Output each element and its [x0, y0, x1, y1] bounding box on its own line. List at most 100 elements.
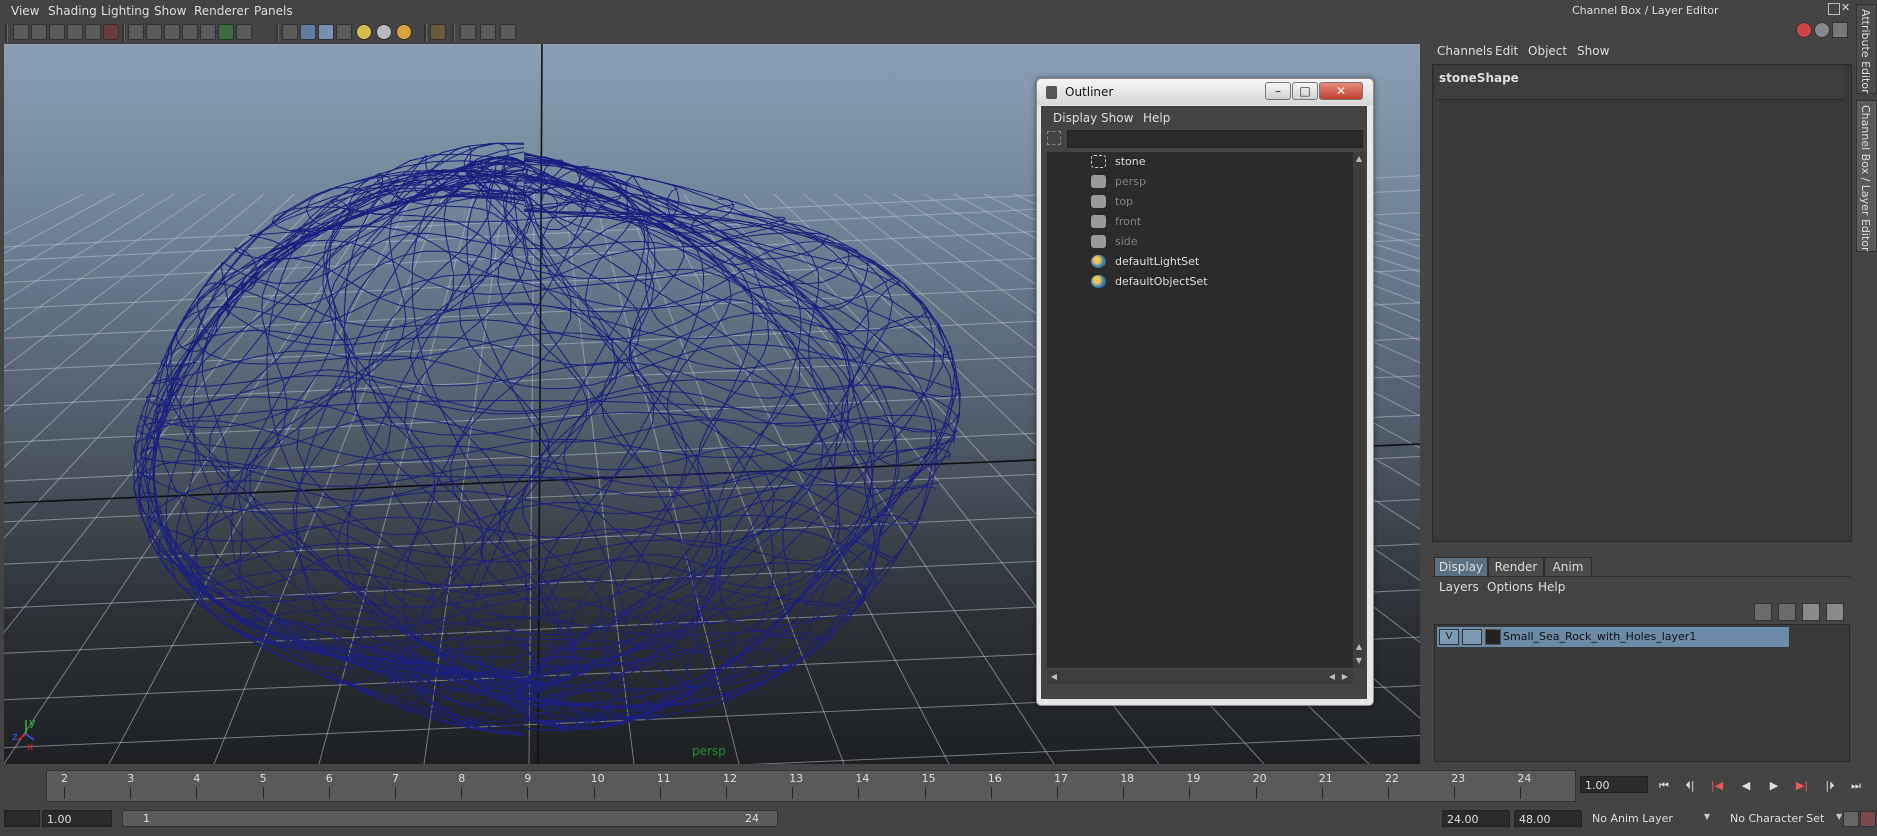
select-camera-icon[interactable]: [13, 24, 29, 40]
layer-menu-layers[interactable]: Layers: [1439, 580, 1479, 594]
menu-lighting[interactable]: Lighting: [101, 4, 150, 18]
time-slider[interactable]: 2 3 4 5 6 7 8 9 10 11 12 13 14 15 16 17 18 19 20 21 22 23 24: [0, 768, 1577, 802]
layer-row[interactable]: V Small_Sea_Rock_with_Holes_layer1: [1437, 627, 1789, 647]
stone-wireframe-mesh[interactable]: [133, 142, 961, 736]
auto-key-icon[interactable]: [1843, 811, 1859, 827]
tab-anim[interactable]: Anim: [1544, 557, 1592, 577]
outliner-item-persp[interactable]: persp: [1047, 172, 1347, 192]
outliner-vertical-scrollbar[interactable]: ▲ ▲ ▼: [1353, 152, 1365, 668]
outliner-window[interactable]: Outliner – □ ✕ Display Show Help stone p…: [1036, 78, 1374, 706]
shadows-icon[interactable]: [396, 24, 412, 40]
outliner-item-top[interactable]: top: [1047, 192, 1347, 212]
tab-channel-box[interactable]: Channel Box / Layer Editor: [1856, 100, 1877, 252]
step-back-frame-button[interactable]: ⏴|: [1680, 778, 1700, 794]
bookmark-icon[interactable]: [49, 24, 65, 40]
smooth-shade-icon[interactable]: [300, 24, 316, 40]
channel-box-panel[interactable]: stoneShape: [1432, 64, 1852, 542]
layer-menu-options[interactable]: Options: [1487, 580, 1533, 594]
character-set-dropdown[interactable]: No Character Set: [1730, 810, 1834, 827]
layer-menu-help[interactable]: Help: [1538, 580, 1565, 594]
outliner-item-defaultlightset[interactable]: defaultLightSet: [1047, 252, 1347, 272]
playback-range-slider[interactable]: 1 24: [122, 810, 778, 827]
gate-mask-icon[interactable]: [164, 24, 180, 40]
channel-box-object-name[interactable]: stoneShape: [1439, 71, 1519, 85]
move-layer-up-icon[interactable]: [1754, 603, 1772, 621]
attribute-toggle-icon[interactable]: [1814, 22, 1830, 38]
close-button[interactable]: ✕: [1319, 82, 1363, 100]
play-forwards-button[interactable]: ▶: [1764, 778, 1784, 794]
outliner-filter-input[interactable]: [1067, 130, 1363, 148]
menu-renderer[interactable]: Renderer: [194, 4, 249, 18]
chevron-down-icon[interactable]: ▼: [1704, 812, 1710, 821]
wireframe-cube-icon[interactable]: [282, 24, 298, 40]
menu-show[interactable]: Show: [154, 4, 186, 18]
max-time-field[interactable]: 48.00: [1514, 810, 1582, 827]
start-time-field[interactable]: 1.00: [42, 810, 112, 827]
film-gate-icon[interactable]: [103, 24, 119, 40]
wireframe-on-shaded-icon[interactable]: [318, 24, 334, 40]
go-to-start-button[interactable]: ⏮: [1654, 778, 1674, 794]
outliner-item-stone[interactable]: stone: [1047, 152, 1347, 172]
grid-icon[interactable]: [128, 24, 144, 40]
xray-active-components-icon[interactable]: [500, 24, 516, 40]
outliner-item-side[interactable]: side: [1047, 232, 1347, 252]
textured-icon[interactable]: [336, 24, 352, 40]
outliner-horizontal-scrollbar[interactable]: ◀ ◀ ▶: [1047, 670, 1353, 684]
channel-box-toggle-icon[interactable]: [1796, 22, 1812, 38]
channel-box-menu-object[interactable]: Object: [1528, 44, 1567, 58]
use-all-lights-icon[interactable]: [376, 24, 392, 40]
animation-preferences-icon[interactable]: [1860, 811, 1876, 827]
menu-view[interactable]: View: [11, 4, 39, 18]
channel-box-menu-show[interactable]: Show: [1577, 44, 1609, 58]
outliner-menu-show[interactable]: Show: [1101, 111, 1133, 125]
scroll-up-icon[interactable]: ▲: [1354, 642, 1364, 652]
scroll-up-icon[interactable]: ▲: [1354, 154, 1364, 164]
play-backwards-button[interactable]: ◀: [1736, 778, 1756, 794]
layer-display-type-toggle[interactable]: [1462, 629, 1482, 645]
step-forward-frame-button[interactable]: |⏵: [1820, 778, 1840, 794]
channel-box-menu-channels[interactable]: Channels: [1437, 44, 1493, 58]
outliner-menu-help[interactable]: Help: [1143, 111, 1170, 125]
outliner-menu-display[interactable]: Display: [1053, 111, 1097, 125]
layer-visibility-toggle[interactable]: V: [1439, 629, 1459, 645]
float-panel-icon[interactable]: [1828, 3, 1840, 15]
new-layer-from-selection-icon[interactable]: [1826, 603, 1844, 621]
maximize-button[interactable]: □: [1292, 82, 1318, 100]
outliner-item-defaultobjectset[interactable]: defaultObjectSet: [1047, 272, 1347, 292]
resolution-gate-icon[interactable]: [146, 24, 162, 40]
scroll-left-icon[interactable]: ◀: [1049, 672, 1059, 682]
tab-attribute-editor[interactable]: Attribute Editor: [1856, 4, 1877, 94]
current-frame-field[interactable]: 1.00: [1580, 776, 1648, 793]
tab-display[interactable]: Display: [1434, 557, 1488, 577]
outliner-list[interactable]: stone persp top front side defaultLightS…: [1047, 152, 1353, 668]
camera-lock-icon[interactable]: [85, 24, 101, 40]
step-forward-key-button[interactable]: ▶|: [1792, 778, 1812, 794]
channel-box-menu-edit[interactable]: Edit: [1495, 44, 1518, 58]
default-lighting-icon[interactable]: [356, 24, 372, 40]
filter-icon[interactable]: [1047, 131, 1061, 145]
camera-attributes-icon[interactable]: [31, 24, 47, 40]
go-to-end-button[interactable]: ⏭: [1846, 778, 1866, 794]
minimize-button[interactable]: –: [1265, 82, 1291, 100]
safe-action-icon[interactable]: [200, 24, 216, 40]
layer-color-swatch-icon[interactable]: [1485, 629, 1501, 645]
field-chart-icon[interactable]: [182, 24, 198, 40]
anim-layer-dropdown[interactable]: No Anim Layer: [1592, 810, 1702, 827]
menu-panels[interactable]: Panels: [254, 4, 293, 18]
layer-list[interactable]: V Small_Sea_Rock_with_Holes_layer1: [1434, 624, 1850, 762]
menu-shading[interactable]: Shading: [48, 4, 97, 18]
scroll-down-icon[interactable]: ▼: [1354, 656, 1364, 666]
scroll-right-icon[interactable]: ▶: [1340, 672, 1350, 682]
time-slider-track[interactable]: 2 3 4 5 6 7 8 9 10 11 12 13 14 15 16 17 18 19 20 21 22 23 24: [46, 770, 1576, 802]
chevron-down-icon[interactable]: ▼: [1836, 812, 1842, 821]
tab-render[interactable]: Render: [1488, 557, 1544, 577]
layer-name[interactable]: Small_Sea_Rock_with_Holes_layer1: [1503, 630, 1696, 643]
tool-settings-icon[interactable]: [1832, 22, 1848, 38]
image-plane-icon[interactable]: [67, 24, 83, 40]
close-panel-icon[interactable]: ✕: [1841, 2, 1850, 13]
step-back-key-button[interactable]: |◀: [1707, 778, 1727, 794]
xray-icon[interactable]: [460, 24, 476, 40]
move-layer-down-icon[interactable]: [1778, 603, 1796, 621]
safe-title-icon[interactable]: [218, 24, 234, 40]
hud-icon[interactable]: [236, 24, 252, 40]
